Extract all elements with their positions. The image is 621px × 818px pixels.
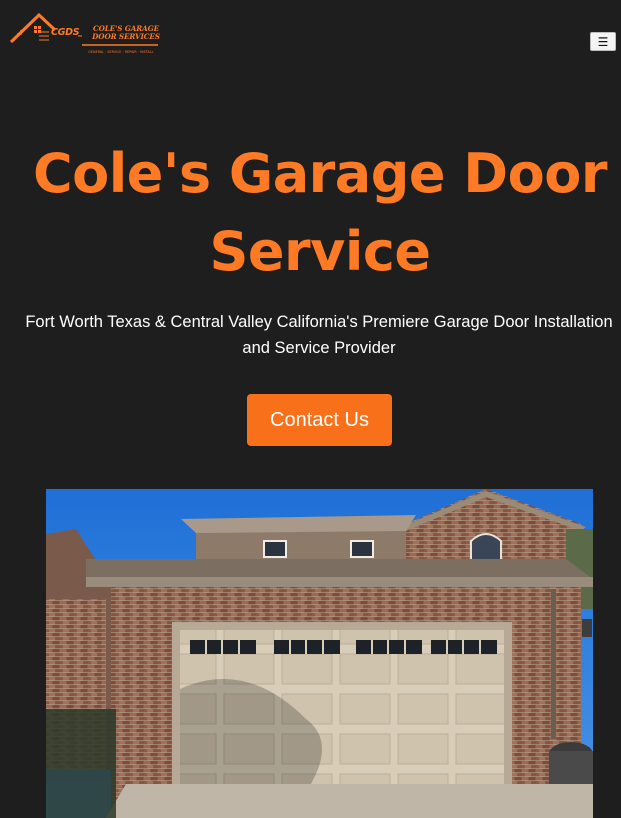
contact-us-button[interactable]: Contact Us	[247, 394, 392, 446]
logo-monogram: CGDS	[51, 27, 80, 38]
menu-toggle-button[interactable]: ☰	[590, 32, 616, 51]
hamburger-icon: ☰	[597, 34, 609, 49]
logo-company-line: DOOR SERVICES	[92, 32, 160, 41]
page-title: Cole's Garage Door Service	[20, 135, 620, 291]
logo-tagline: GENERAL · SERVICE · REPAIR · INSTALL	[88, 50, 154, 54]
title-line: Cole's Garage Door	[33, 142, 607, 205]
logo-company-name: COLE'S GARAGE DOOR SERVICES	[91, 25, 161, 41]
subtitle-line: and Service Provider	[242, 339, 396, 357]
site-logo[interactable]: CGDS COLE'S GARAGE DOOR SERVICES GENERAL…	[9, 12, 161, 58]
subtitle-line: Fort Worth Texas & Central Valley Califo…	[25, 313, 613, 331]
hero-subtitle: Fort Worth Texas & Central Valley Califo…	[4, 309, 621, 361]
garage-house-illustration	[46, 489, 593, 818]
hero-garage-photo	[46, 489, 593, 818]
title-line: Service	[209, 220, 432, 283]
